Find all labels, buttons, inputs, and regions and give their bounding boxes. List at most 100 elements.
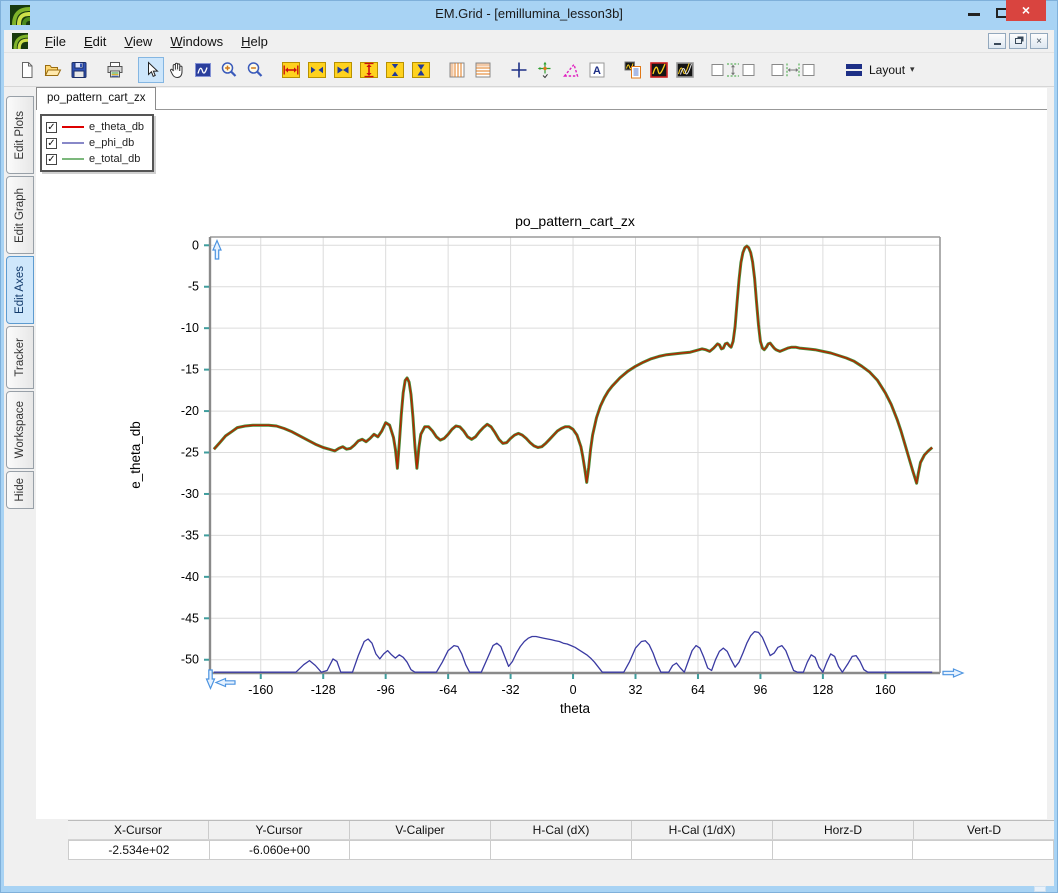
document-logo-icon	[12, 33, 28, 49]
fit-x-button[interactable]	[330, 57, 356, 83]
menu-bar: FileEditViewWindowsHelp ×	[4, 30, 1054, 53]
floppy-disk-icon	[69, 60, 89, 80]
x-axis-right-handle[interactable]	[943, 669, 963, 677]
compress-x-button[interactable]	[304, 57, 330, 83]
x-tick-label: -96	[377, 683, 395, 697]
status-column-value	[632, 840, 773, 860]
h-compress-icon	[307, 60, 327, 80]
status-column-label: X-Cursor	[68, 821, 209, 839]
select-tool-button[interactable]	[138, 57, 164, 83]
open-file-button[interactable]	[40, 57, 66, 83]
menu-help[interactable]: Help	[232, 32, 277, 51]
multi-plot-button[interactable]	[672, 57, 698, 83]
status-column-label: Y-Cursor	[209, 821, 350, 839]
legend-checkbox[interactable]: ✓	[46, 154, 57, 165]
legend-row: ✓e_total_db	[46, 151, 144, 167]
sidebar-tab-edit-axes[interactable]: Edit Axes	[6, 256, 34, 324]
close-button[interactable]: ×	[1006, 0, 1046, 21]
compress-y-button[interactable]	[382, 57, 408, 83]
legend-checkbox[interactable]: ✓	[46, 138, 57, 149]
vertical-spacing-button[interactable]	[708, 57, 758, 83]
save-button[interactable]	[66, 57, 92, 83]
status-column-value	[913, 840, 1054, 860]
crosshair-icon	[509, 60, 529, 80]
horizontal-gridlines-button[interactable]	[470, 57, 496, 83]
tracker-button[interactable]	[532, 57, 558, 83]
x-axis-left-handle[interactable]	[216, 679, 235, 687]
plot-report-button[interactable]	[620, 57, 646, 83]
chart[interactable]: -160-128-96-64-3203264961281600-5-10-15-…	[36, 110, 1047, 819]
minimize-button[interactable]	[968, 13, 980, 16]
legend-line-sample	[62, 158, 84, 160]
vertical-gridlines-button[interactable]	[444, 57, 470, 83]
menu-edit[interactable]: Edit	[75, 32, 115, 51]
zoom-region-button[interactable]	[190, 57, 216, 83]
plot-canvas[interactable]: -160-128-96-64-3203264961281600-5-10-15-…	[36, 110, 1047, 819]
menu-view[interactable]: View	[115, 32, 161, 51]
y-axis-top-handle[interactable]	[213, 241, 221, 260]
menu-windows[interactable]: Windows	[161, 32, 232, 51]
sidebar-tab-label: Workspace	[14, 401, 26, 458]
status-column-label: V-Caliper	[350, 821, 491, 839]
multi-plot-icon	[675, 60, 695, 80]
plot-report-icon	[623, 60, 643, 80]
v-spacing-icon	[711, 60, 755, 80]
mdi-close-button[interactable]: ×	[1030, 33, 1048, 49]
x-tick-label: 160	[875, 683, 896, 697]
chart-title: po_pattern_cart_zx	[515, 213, 635, 229]
sidebar-tab-edit-plots[interactable]: Edit Plots	[6, 96, 34, 174]
y-tick-label: 0	[192, 238, 199, 252]
print-button[interactable]	[102, 57, 128, 83]
fit-y-button[interactable]	[408, 57, 434, 83]
layout-dropdown[interactable]: Layout ▾	[838, 58, 921, 82]
caliper-button[interactable]	[558, 57, 584, 83]
sidebar-tab-workspace[interactable]: Workspace	[6, 391, 34, 469]
caliper-triangle-icon	[561, 60, 581, 80]
title-bar[interactable]: EM.Grid - [emillumina_lesson3b] ×	[0, 0, 1058, 30]
new-file-button[interactable]	[14, 57, 40, 83]
layout-bars-icon	[844, 60, 864, 80]
y-tick-label: -5	[188, 280, 199, 294]
mdi-restore-button[interactable]	[1009, 33, 1027, 49]
pan-tool-button[interactable]	[164, 57, 190, 83]
horizontal-spacing-button[interactable]	[768, 57, 818, 83]
legend-checkbox[interactable]: ✓	[46, 122, 57, 133]
mdi-minimize-button[interactable]	[988, 33, 1006, 49]
svg-text:A: A	[593, 65, 601, 77]
single-plot-button[interactable]	[646, 57, 672, 83]
v-gridlines-icon	[447, 60, 467, 80]
v-fit-icon	[411, 60, 431, 80]
sidebar-tab-hide[interactable]: Hide	[6, 471, 34, 509]
y-tick-label: -40	[181, 570, 199, 584]
menu-file[interactable]: File	[36, 32, 75, 51]
zoom-in-button[interactable]	[216, 57, 242, 83]
expand-x-button[interactable]	[278, 57, 304, 83]
legend-row: ✓e_phi_db	[46, 135, 144, 151]
x-tick-label: 64	[691, 683, 705, 697]
sidebar-tab-tracker[interactable]: Tracker	[6, 326, 34, 389]
tracker-status-bar: X-CursorY-CursorV-CaliperH-Cal (dX)H-Cal…	[68, 820, 1054, 860]
add-text-button[interactable]: A	[584, 57, 610, 83]
zoom-out-button[interactable]	[242, 57, 268, 83]
mdi-window-controls: ×	[988, 33, 1048, 49]
x-tick-label: -128	[311, 683, 336, 697]
status-column-value: -6.060e+00	[210, 840, 351, 860]
main-area: Edit PlotsEdit GraphEdit AxesTracker Work…	[4, 87, 1054, 886]
cursor-arrow-icon	[141, 60, 161, 80]
x-tick-label: 128	[812, 683, 833, 697]
sidebar-tab-edit-graph[interactable]: Edit Graph	[6, 176, 34, 254]
h-fit-icon	[333, 60, 353, 80]
document-tab[interactable]: po_pattern_cart_zx	[36, 87, 156, 110]
expand-y-button[interactable]	[356, 57, 382, 83]
open-folder-icon	[43, 60, 63, 80]
x-tick-label: -64	[439, 683, 457, 697]
window-title: EM.Grid - [emillumina_lesson3b]	[0, 6, 1058, 21]
v-compress-icon	[385, 60, 405, 80]
resize-grip[interactable]	[1034, 886, 1046, 892]
legend-box[interactable]: ✓e_theta_db✓e_phi_db✓e_total_db	[40, 114, 154, 172]
y-tick-label: -50	[181, 653, 199, 667]
x-tick-label: 0	[570, 683, 577, 697]
cursor-crosshair-button[interactable]	[506, 57, 532, 83]
y-axis-label: e_theta_db	[128, 421, 143, 489]
h-expand-icon	[281, 60, 301, 80]
